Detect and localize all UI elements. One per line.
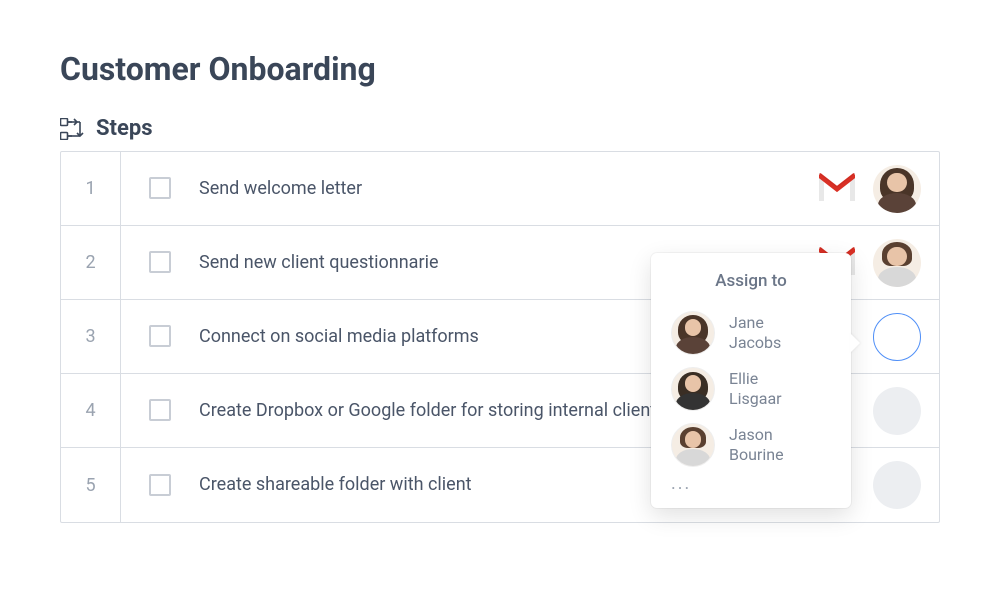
step-label[interactable]: Send welcome letter: [199, 165, 791, 212]
assign-option[interactable]: JasonBourine: [651, 417, 851, 473]
step-right: [873, 461, 939, 509]
step-number: 2: [61, 226, 121, 299]
assign-option-name: JaneJacobs: [729, 313, 781, 351]
step-main: Send welcome letter: [121, 165, 819, 212]
assignee-avatar[interactable]: [873, 387, 921, 435]
section-title: Steps: [96, 116, 153, 141]
assign-option[interactable]: JaneJacobs: [651, 305, 851, 361]
assign-popover[interactable]: Assign to JaneJacobs EllieLisgaar JasonB…: [651, 253, 851, 508]
step-number: 3: [61, 300, 121, 373]
assign-option-name: EllieLisgaar: [729, 369, 782, 407]
step-checkbox[interactable]: [149, 325, 171, 347]
assign-popover-more[interactable]: ...: [651, 473, 851, 500]
assign-option-avatar: [671, 311, 715, 355]
step-right: [819, 165, 939, 213]
step-checkbox[interactable]: [149, 399, 171, 421]
gmail-icon[interactable]: [819, 173, 855, 205]
assignee-avatar[interactable]: [873, 239, 921, 287]
page-title: Customer Onboarding: [60, 50, 940, 88]
steps-icon: [60, 118, 86, 140]
assignee-avatar[interactable]: [873, 313, 921, 361]
step-number: 4: [61, 374, 121, 447]
section-header: Steps: [60, 116, 940, 141]
assign-option-avatar: [671, 423, 715, 467]
table-row: 1 Send welcome letter: [61, 152, 939, 226]
step-right: [873, 313, 939, 361]
assignee-avatar[interactable]: [873, 165, 921, 213]
step-checkbox[interactable]: [149, 474, 171, 496]
step-checkbox[interactable]: [149, 251, 171, 273]
assign-option[interactable]: EllieLisgaar: [651, 361, 851, 417]
step-right: [873, 387, 939, 435]
step-checkbox[interactable]: [149, 177, 171, 199]
step-number: 1: [61, 152, 121, 225]
assign-option-avatar: [671, 367, 715, 411]
assignee-avatar[interactable]: [873, 461, 921, 509]
step-number: 5: [61, 448, 121, 522]
assign-option-name: JasonBourine: [729, 425, 784, 463]
assign-popover-title: Assign to: [651, 271, 851, 291]
